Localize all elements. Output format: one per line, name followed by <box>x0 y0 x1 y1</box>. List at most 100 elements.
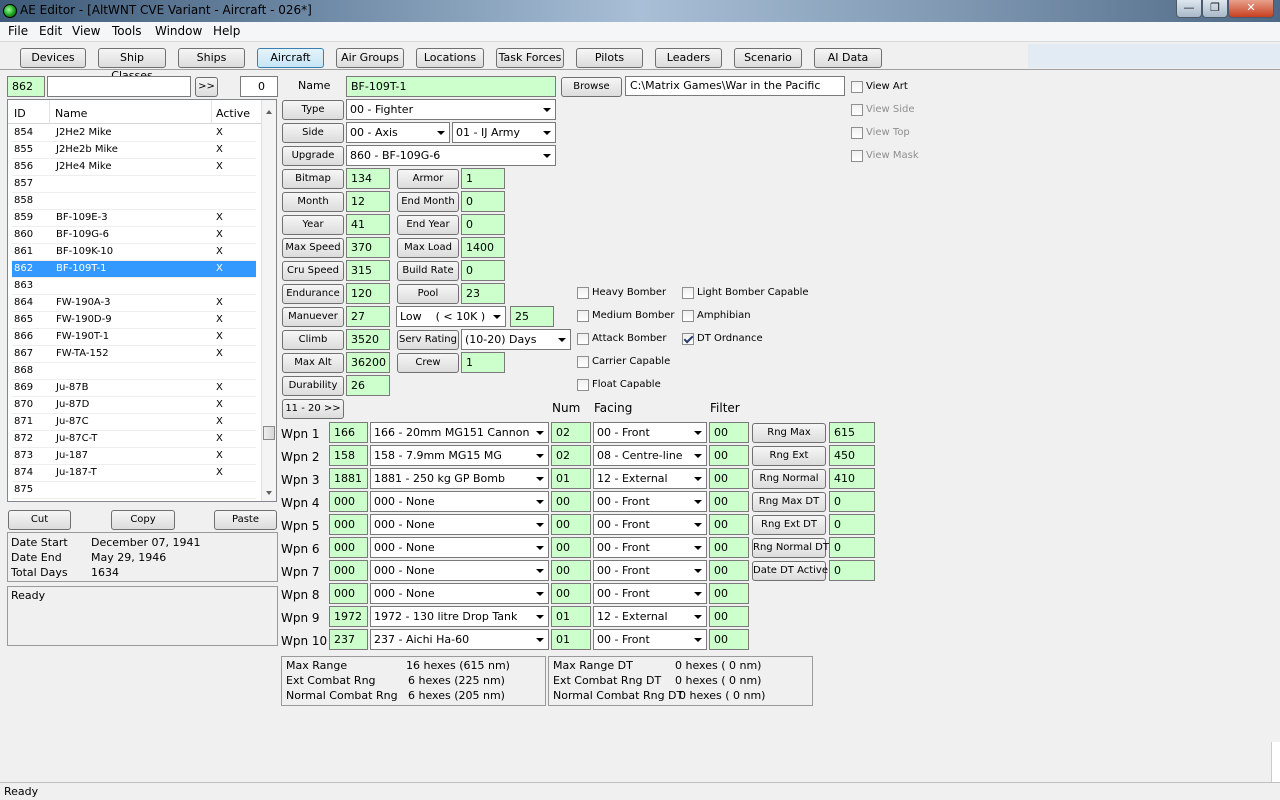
column-header-id[interactable]: ID <box>14 107 26 120</box>
weapon-device-select[interactable]: 000 - None <box>370 583 549 604</box>
range-button[interactable]: Rng Normal DT <box>752 538 829 558</box>
paste-button[interactable]: Paste <box>214 510 277 530</box>
crew-button[interactable]: Crew <box>397 353 459 373</box>
tab-task-forces[interactable]: Task Forces <box>496 48 564 68</box>
scroll-down-icon[interactable] <box>266 491 272 495</box>
manuever-field[interactable]: 27 <box>346 306 390 327</box>
weapon-num-field[interactable]: 00 <box>551 491 591 512</box>
tab-air-groups[interactable]: Air Groups <box>336 48 404 68</box>
weapon-id-field[interactable]: 000 <box>329 491 368 512</box>
weapon-device-select[interactable]: 158 - 7.9mm MG15 MG <box>370 445 549 466</box>
serv-rating-button[interactable]: Serv Rating <box>397 330 459 350</box>
capability-checkbox[interactable] <box>577 310 589 322</box>
cru-speed-field[interactable]: 315 <box>346 260 390 281</box>
tab-pilots[interactable]: Pilots <box>576 48 643 68</box>
range-value-field[interactable]: 450 <box>829 445 875 466</box>
search-go-button[interactable]: >> <box>195 77 218 97</box>
weapon-device-select[interactable]: 1881 - 250 kg GP Bomb <box>370 468 549 489</box>
list-item[interactable]: 872 Ju-87C-T X <box>12 431 256 448</box>
weapon-id-field[interactable]: 1972 <box>329 606 368 627</box>
list-item[interactable]: 875 <box>12 482 256 499</box>
capability-checkbox[interactable] <box>577 379 589 391</box>
weapon-facing-select[interactable]: 12 - External <box>593 606 707 627</box>
weapon-device-select[interactable]: 166 - 20mm MG151 Cannon <box>370 422 549 443</box>
month-button[interactable]: Month <box>282 192 344 212</box>
weapon-device-select[interactable]: 1972 - 130 litre Drop Tank <box>370 606 549 627</box>
list-item[interactable]: 862 BF-109T-1 X <box>12 261 256 278</box>
climb-button[interactable]: Climb <box>282 330 344 350</box>
capability-checkbox[interactable] <box>682 287 694 299</box>
bitmap-button[interactable]: Bitmap <box>282 169 344 189</box>
capability-checkbox[interactable] <box>682 310 694 322</box>
weapon-facing-select[interactable]: 00 - Front <box>593 560 707 581</box>
menu-file[interactable]: File <box>8 24 28 38</box>
list-item[interactable]: 865 FW-190D-9 X <box>12 312 256 329</box>
weapon-num-field[interactable]: 02 <box>551 445 591 466</box>
month-field[interactable]: 12 <box>346 191 390 212</box>
list-item[interactable]: 861 BF-109K-10 X <box>12 244 256 261</box>
list-scrollbar[interactable] <box>261 100 276 501</box>
minimize-button[interactable]: — <box>1176 0 1202 18</box>
menu-help[interactable]: Help <box>213 24 240 38</box>
altitude-band-value-field[interactable]: 25 <box>510 306 554 327</box>
type-button[interactable]: Type <box>282 100 344 120</box>
weapon-filter-field[interactable]: 00 <box>709 583 749 604</box>
art-path-field[interactable]: C:\Matrix Games\War in the Pacific <box>625 76 845 96</box>
upgrade-button[interactable]: Upgrade <box>282 146 344 166</box>
menu-tools[interactable]: Tools <box>112 24 142 38</box>
scroll-thumb[interactable] <box>263 426 275 440</box>
browse-button[interactable]: Browse <box>561 77 622 97</box>
list-item[interactable]: 856 J2He4 Mike X <box>12 159 256 176</box>
weapon-id-field[interactable]: 158 <box>329 445 368 466</box>
list-item[interactable]: 868 <box>12 363 256 380</box>
max-load-field[interactable]: 1400 <box>461 237 505 258</box>
tab-scenario[interactable]: Scenario <box>734 48 802 68</box>
range-value-field[interactable]: 0 <box>829 491 875 512</box>
scroll-up-icon[interactable] <box>266 110 272 114</box>
weapon-filter-field[interactable]: 00 <box>709 491 749 512</box>
weapon-num-field[interactable]: 01 <box>551 606 591 627</box>
cut-button[interactable]: Cut <box>8 510 71 530</box>
list-item[interactable]: 858 <box>12 193 256 210</box>
range-value-field[interactable]: 615 <box>829 422 875 443</box>
pool-field[interactable]: 23 <box>461 283 505 304</box>
weapon-num-field[interactable]: 01 <box>551 468 591 489</box>
weapon-device-select[interactable]: 000 - None <box>370 560 549 581</box>
weapon-device-select[interactable]: 000 - None <box>370 491 549 512</box>
range-button[interactable]: Rng Max <box>752 423 826 443</box>
end-month-button[interactable]: End Month <box>397 192 459 212</box>
max-alt-button[interactable]: Max Alt <box>282 353 344 373</box>
tab-locations[interactable]: Locations <box>416 48 484 68</box>
close-button[interactable]: ✕ <box>1228 0 1274 18</box>
weapon-facing-select[interactable]: 00 - Front <box>593 514 707 535</box>
weapon-id-field[interactable]: 000 <box>329 560 368 581</box>
list-item[interactable]: 860 BF-109G-6 X <box>12 227 256 244</box>
cru-speed-button[interactable]: Cru Speed <box>282 261 344 281</box>
capability-checkbox[interactable] <box>682 333 694 345</box>
weapon-num-field[interactable]: 00 <box>551 583 591 604</box>
copy-button[interactable]: Copy <box>111 510 175 530</box>
capability-checkbox[interactable] <box>577 333 589 345</box>
weapon-device-select[interactable]: 000 - None <box>370 514 549 535</box>
weapon-filter-field[interactable]: 00 <box>709 606 749 627</box>
range-button[interactable]: Rng Ext DT <box>752 515 826 535</box>
serv-rating-select[interactable]: (10-20) Days <box>461 329 571 350</box>
weapon-filter-field[interactable]: 00 <box>709 629 749 650</box>
weapon-id-field[interactable]: 1881 <box>329 468 368 489</box>
altitude-band-select[interactable]: Low ( < 10K ) <box>396 306 506 327</box>
range-value-field[interactable]: 0 <box>829 560 875 581</box>
endurance-field[interactable]: 120 <box>346 283 390 304</box>
column-header-active[interactable]: Active <box>216 107 250 120</box>
weapon-num-field[interactable]: 02 <box>551 422 591 443</box>
capability-checkbox[interactable] <box>577 287 589 299</box>
endurance-button[interactable]: Endurance <box>282 284 344 304</box>
durability-field[interactable]: 26 <box>346 375 390 396</box>
tab-ships[interactable]: Ships <box>178 48 245 68</box>
weapon-filter-field[interactable]: 00 <box>709 560 749 581</box>
menu-edit[interactable]: Edit <box>39 24 62 38</box>
range-button[interactable]: Rng Normal <box>752 469 826 489</box>
weapon-filter-field[interactable]: 00 <box>709 514 749 535</box>
end-year-button[interactable]: End Year <box>397 215 459 235</box>
crew-field[interactable]: 1 <box>461 352 505 373</box>
weapon-id-field[interactable]: 000 <box>329 514 368 535</box>
